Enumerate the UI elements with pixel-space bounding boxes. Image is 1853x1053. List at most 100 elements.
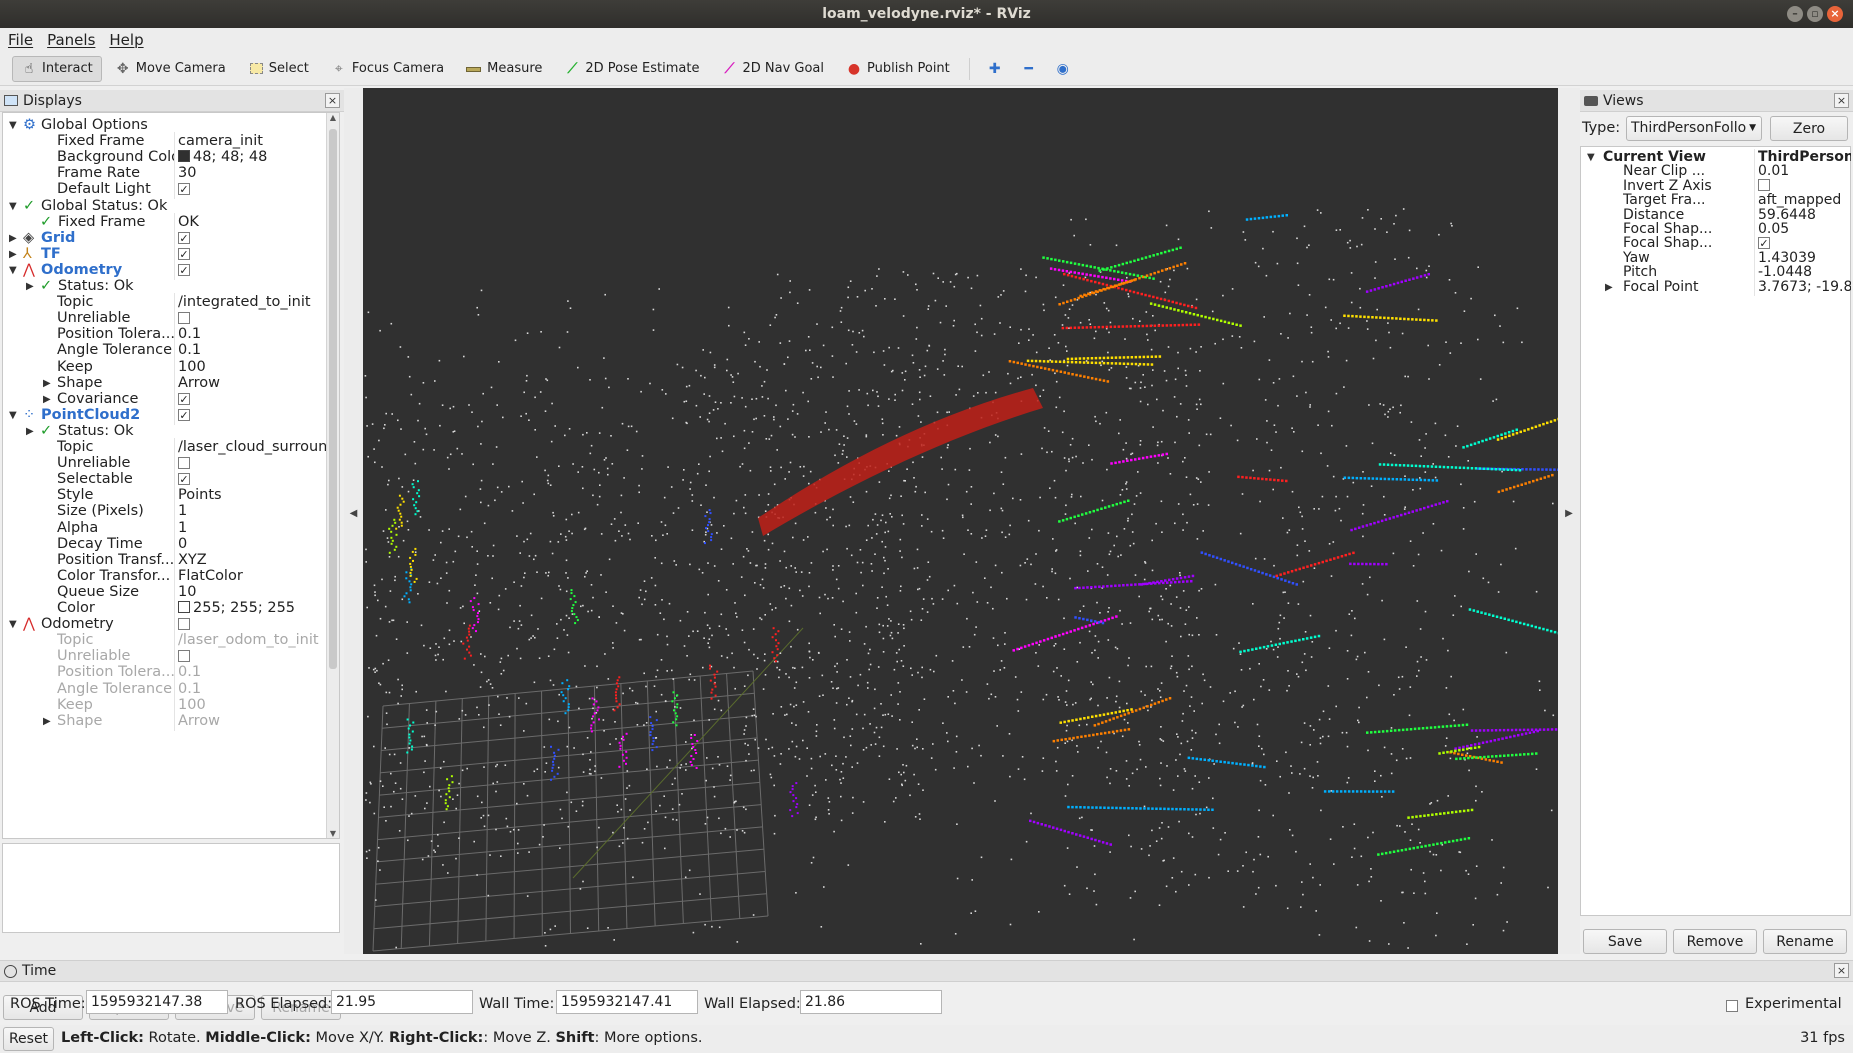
display-checkbox[interactable] [178, 247, 190, 260]
reset-button[interactable]: Reset [3, 1027, 54, 1051]
display-value-text: 0.1 [178, 664, 202, 681]
eye-icon: ◉ [1056, 60, 1069, 77]
display-tree-row[interactable]: ▶ Shape Arrow [3, 711, 330, 731]
close-panel-icon[interactable]: × [325, 93, 340, 108]
remove-tool-button[interactable]: ━ [1014, 56, 1044, 82]
maximize-icon[interactable]: ▫ [1807, 6, 1823, 22]
select-tool-button[interactable]: Select [239, 56, 318, 82]
render-viewport[interactable] [363, 88, 1558, 954]
view-property-value[interactable]: 3.7673; -19.84; 0 [1754, 278, 1851, 296]
display-checkbox[interactable] [178, 312, 190, 325]
view-type-label: Type: [1582, 120, 1621, 136]
display-value-text: Arrow [178, 374, 220, 391]
wall-elapsed-field[interactable]: 21.86 [800, 990, 942, 1014]
view-property-row[interactable]: ▶ Focal Point 3.7673; -19.84; 0 [1581, 278, 1851, 296]
chevron-right-icon[interactable]: ▶ [43, 712, 55, 731]
intensity-point-cloud [388, 214, 1558, 856]
rename-view-button[interactable]: Rename [1763, 929, 1847, 954]
display-checkbox[interactable] [178, 473, 190, 486]
view-type-value: ThirdPersonFollo [1631, 120, 1747, 136]
displays-scrollbar[interactable]: ▲ ▼ [326, 113, 339, 838]
pose-estimate-tool-button[interactable]: ⟋ 2D Pose Estimate [555, 56, 708, 82]
wall-time-label: Wall Time: [479, 996, 555, 1012]
close-views-icon[interactable]: × [1834, 93, 1849, 108]
views-button-row: Save Remove Rename [1583, 929, 1847, 954]
chevron-down-icon: ▼ [1749, 123, 1756, 133]
hint-left-text: Rotate. [143, 1030, 206, 1046]
collapse-left-icon[interactable]: ◀ [344, 508, 363, 519]
close-time-icon[interactable]: × [1834, 963, 1849, 978]
display-value-text: XYZ [178, 551, 207, 568]
measure-tool-button[interactable]: Measure [457, 56, 551, 82]
hint-middle-key: Middle-Click: [205, 1030, 311, 1046]
scroll-down-icon[interactable]: ▼ [327, 829, 339, 838]
display-checkbox[interactable] [178, 392, 190, 405]
color-swatch [178, 150, 190, 163]
right-splitter[interactable]: ▶ [1558, 88, 1580, 954]
close-icon[interactable]: × [1827, 6, 1843, 22]
menu-help[interactable]: Help [109, 31, 143, 49]
left-splitter[interactable]: ◀ [344, 88, 363, 954]
menu-file[interactable]: File [8, 31, 33, 49]
display-checkbox[interactable] [178, 231, 190, 244]
displays-tree[interactable]: ▼ ⚙ Global Options Fixed Frame camera_init Ba… [2, 112, 340, 839]
point-cloud [364, 208, 1555, 949]
displays-panel: Displays × ▼ ⚙ Global Options Fixed Frame ca… [0, 90, 344, 1020]
display-checkbox[interactable] [178, 457, 190, 470]
publish-point-tool-button[interactable]: ● Publish Point [837, 56, 959, 82]
point-cloud-scene[interactable] [363, 88, 1558, 954]
display-value-text: FlatColor [178, 567, 243, 584]
zero-button[interactable]: Zero [1770, 116, 1848, 141]
magenta-arrow-icon: ⟋ [724, 60, 735, 77]
ruler-icon [466, 61, 482, 77]
remove-view-button[interactable]: Remove [1673, 929, 1757, 954]
measure-label: Measure [487, 61, 543, 76]
menu-panels[interactable]: Panels [47, 31, 95, 49]
nav-goal-tool-button[interactable]: ⟋ 2D Nav Goal [712, 56, 833, 82]
minimize-icon[interactable]: – [1787, 6, 1803, 22]
views-tree[interactable]: ▼Current ViewThirdPersonFol...Near Clip … [1580, 146, 1851, 916]
color-swatch [178, 601, 190, 613]
display-checkbox[interactable] [178, 618, 190, 631]
view-checkbox[interactable] [1758, 237, 1770, 250]
display-value-text: camera_init [178, 133, 263, 150]
focus-camera-tool-button[interactable]: ⌖ Focus Camera [322, 56, 453, 82]
interact-tool-button[interactable]: ☝ Interact [12, 55, 102, 82]
display-value-text: /integrated_to_init [178, 294, 311, 311]
ros-elapsed-field[interactable]: 21.95 [331, 990, 473, 1014]
view-property-label: Focal Point [1623, 278, 1699, 295]
wall-elapsed-label: Wall Elapsed: [704, 996, 801, 1012]
display-value-text: 100 [178, 696, 206, 713]
interact-label: Interact [42, 61, 93, 76]
display-checkbox[interactable] [178, 263, 190, 276]
hint-left-key: Left-Click: [61, 1030, 144, 1046]
display-row-value[interactable]: Arrow [174, 711, 330, 731]
green-arrow-icon: ⟋ [567, 60, 578, 77]
collapse-right-icon[interactable]: ▶ [1558, 508, 1580, 519]
window-titlebar: loam_velodyne.rviz* - RViz – ▫ × [0, 0, 1853, 28]
display-value-text: 1 [178, 519, 188, 536]
move-camera-label: Move Camera [135, 61, 226, 76]
scrollbar-thumb[interactable] [329, 129, 337, 669]
focus-camera-label: Focus Camera [351, 61, 445, 76]
ros-time-field[interactable]: 1595932147.38 [86, 990, 228, 1014]
clock-icon [4, 964, 17, 978]
display-value-text: 255; 255; 255 [193, 600, 296, 616]
display-checkbox[interactable] [178, 650, 190, 663]
ground-grid [372, 627, 804, 952]
ros-elapsed-label: ROS Elapsed: [235, 996, 333, 1012]
hint-shift-text: : More options. [594, 1030, 703, 1046]
experimental-checkbox[interactable] [1726, 1000, 1738, 1012]
wall-time-field[interactable]: 1595932147.41 [556, 990, 698, 1014]
scroll-up-icon[interactable]: ▲ [327, 113, 339, 122]
save-view-button[interactable]: Save [1583, 929, 1667, 954]
display-checkbox[interactable] [178, 183, 190, 196]
view-checkbox[interactable] [1758, 178, 1770, 191]
tool-properties-button[interactable]: ◉ [1048, 56, 1078, 82]
plus-icon: ✚ [988, 60, 1001, 77]
display-checkbox[interactable] [178, 408, 190, 421]
chevron-right-icon[interactable]: ▶ [1605, 279, 1617, 296]
move-camera-tool-button[interactable]: ✥ Move Camera [106, 56, 235, 82]
view-type-select[interactable]: ThirdPersonFollo ▼ [1626, 116, 1762, 141]
add-tool-button[interactable]: ✚ [980, 56, 1010, 82]
